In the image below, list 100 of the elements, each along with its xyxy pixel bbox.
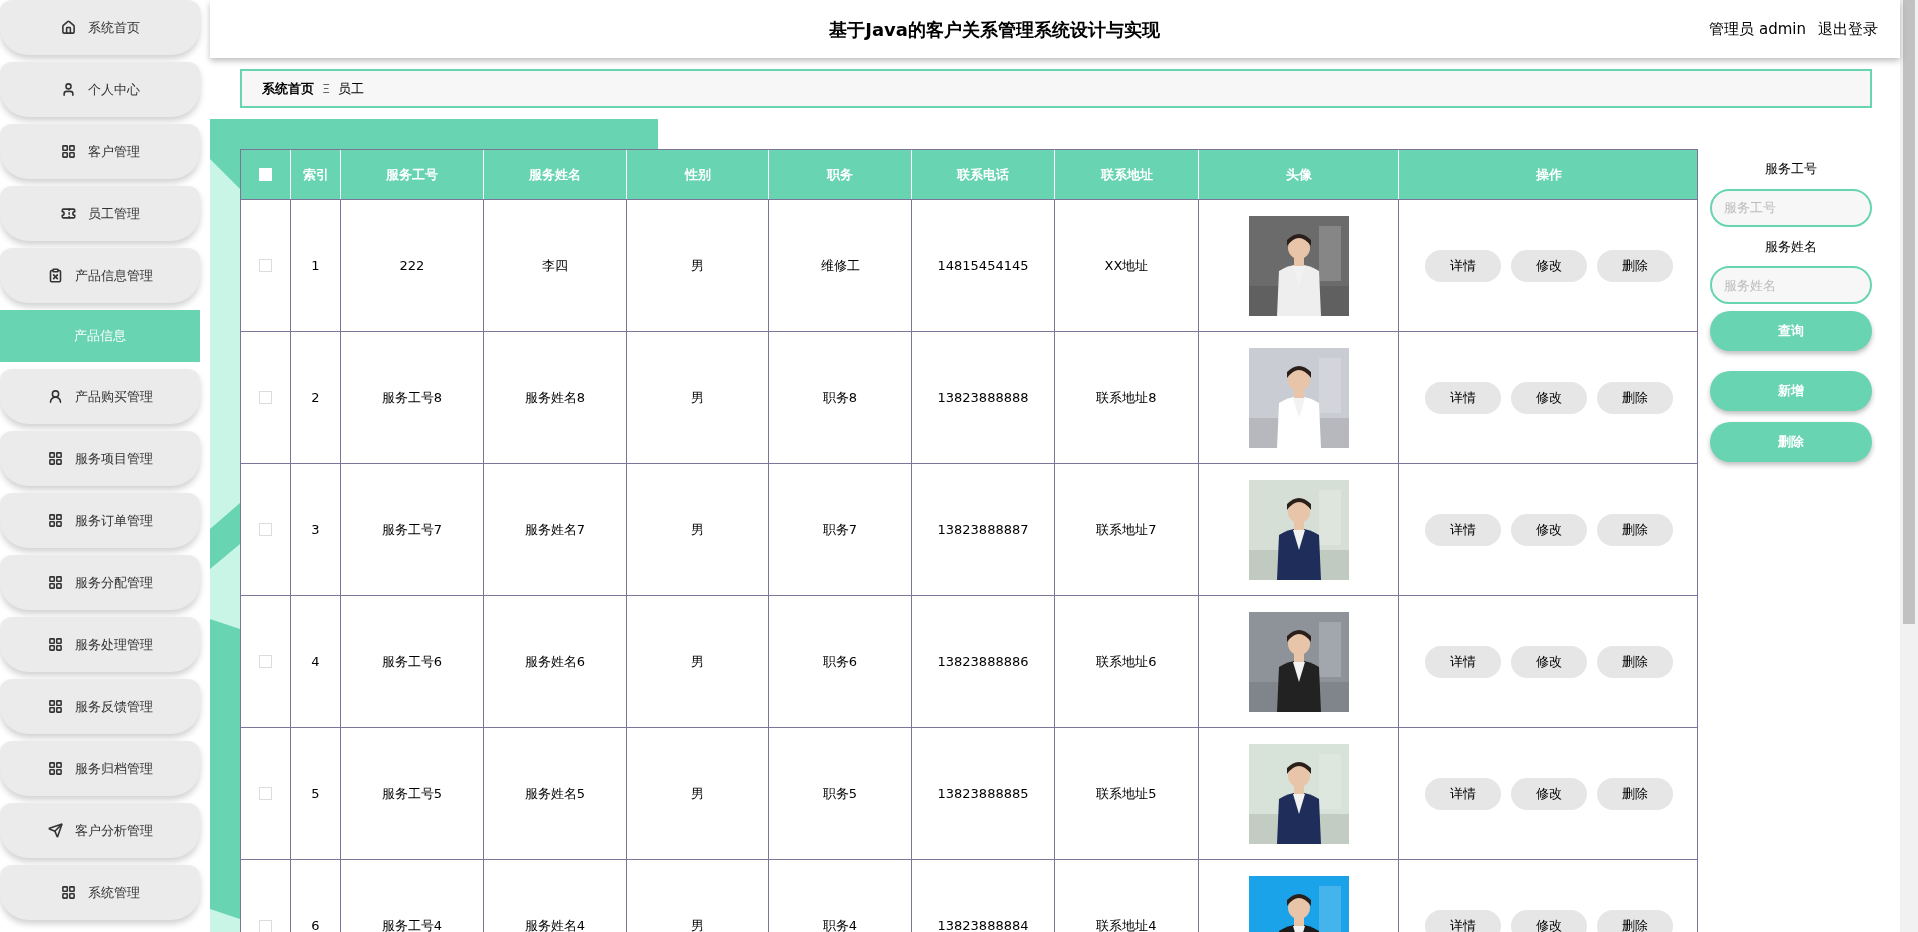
sidebar-item[interactable]: 服务项目管理: [0, 431, 200, 486]
column-header: 索引: [291, 150, 341, 199]
table-cell-text: 职务7: [822, 521, 858, 539]
table-cell-text: XX地址: [1104, 256, 1149, 275]
row-action-button[interactable]: 删除: [1597, 513, 1673, 546]
sidebar-item[interactable]: 服务分配管理: [0, 555, 200, 610]
user-icon: [47, 389, 63, 404]
row-action-button[interactable]: 修改: [1511, 249, 1587, 282]
table-cell-text: 13823888884: [937, 917, 1029, 932]
row-action-button[interactable]: 详情: [1425, 249, 1501, 282]
table-cell-text: 1: [311, 256, 320, 275]
sidebar-item[interactable]: 员工管理: [0, 186, 200, 241]
column-header: 服务工号: [341, 150, 484, 199]
checkbox[interactable]: [259, 259, 272, 273]
row-action-button[interactable]: 详情: [1425, 381, 1501, 414]
row-action-button[interactable]: 修改: [1511, 777, 1587, 810]
breadcrumb-home[interactable]: 系统首页: [262, 78, 314, 99]
row-action-button[interactable]: 修改: [1511, 645, 1587, 678]
grid-icon: [60, 144, 76, 159]
table-cell-text: 男: [691, 256, 704, 275]
table-cell-text: 6: [311, 917, 320, 932]
table-cell-text: 服务工号4: [381, 917, 443, 932]
table-cell-text: 维修工: [820, 256, 860, 275]
checkbox[interactable]: [259, 787, 272, 801]
search-field[interactable]: 服务工号: [1710, 188, 1872, 227]
table-cell-text: 男: [691, 785, 704, 804]
row-action-button[interactable]: 删除: [1597, 381, 1673, 414]
row-action-button[interactable]: 删除: [1597, 249, 1673, 282]
table-cell-text: 14815454145: [937, 256, 1029, 275]
grid-icon: [47, 575, 63, 590]
table-cell-text: 3: [311, 521, 320, 539]
breadcrumb-separator: Ξ: [322, 79, 331, 98]
sidebar-item[interactable]: 产品信息管理: [0, 248, 200, 303]
checkbox[interactable]: [259, 523, 272, 537]
table-cell-text: 服务姓名6: [524, 653, 586, 672]
sidebar-item[interactable]: 系统首页: [0, 0, 200, 55]
table-cell-text: 联系地址7: [1096, 521, 1157, 539]
column-header: 操作: [1535, 165, 1563, 184]
grid-icon: [47, 761, 63, 776]
row-action-button[interactable]: 详情: [1425, 777, 1501, 810]
table-cell-text: 222: [399, 256, 425, 275]
search-label: 服务工号: [1764, 160, 1818, 178]
table-cell-text: 男: [691, 521, 704, 539]
sidebar-item[interactable]: 产品购买管理: [0, 369, 200, 424]
column-header: 服务姓名: [484, 150, 627, 199]
sidebar-item[interactable]: 服务订单管理: [0, 493, 200, 548]
sidebar-item[interactable]: 客户分析管理: [0, 803, 200, 858]
logout-link[interactable]: 退出登录: [1818, 17, 1878, 41]
table-cell-text: 服务姓名4: [524, 917, 586, 932]
checkbox[interactable]: [259, 919, 272, 932]
table-cell-text: 5: [311, 785, 320, 804]
grid-icon: [60, 885, 76, 900]
user-icon: [60, 82, 76, 97]
row-action-button[interactable]: 详情: [1425, 513, 1501, 546]
table-cell-text: 服务工号8: [381, 388, 443, 407]
table-cell-text: 职务5: [822, 785, 858, 804]
row-action-button[interactable]: 删除: [1597, 910, 1673, 932]
column-header: 头像: [1199, 150, 1399, 199]
table-cell-text: 联系地址5: [1096, 785, 1157, 804]
table-cell-text: 服务工号6: [381, 653, 443, 672]
row-action-button[interactable]: 修改: [1511, 910, 1587, 932]
table-cell-text: 2: [311, 388, 320, 407]
row-action-button[interactable]: 修改: [1511, 513, 1587, 546]
search-label: 服务姓名: [1764, 237, 1818, 256]
checkbox[interactable]: [259, 655, 272, 669]
table-cell-text: 职务4: [822, 917, 858, 932]
table-cell-text: 13823888886: [937, 653, 1029, 672]
sidebar-item[interactable]: 服务处理管理: [0, 617, 200, 672]
table-cell-text: 服务姓名8: [524, 388, 586, 407]
page-title: 基于Java的客户关系管理系统设计与实现: [829, 17, 1160, 42]
row-action-button[interactable]: 详情: [1425, 645, 1501, 678]
grid-icon: [47, 451, 63, 466]
clipboard-icon: [47, 268, 63, 283]
table-cell-text: 联系地址6: [1096, 653, 1157, 672]
home-icon: [60, 20, 76, 35]
table-cell-text: 职务6: [822, 653, 858, 672]
sidebar-item[interactable]: 客户管理: [0, 124, 200, 179]
sidebar-item[interactable]: 服务归档管理: [0, 741, 200, 796]
sidebar-item[interactable]: 个人中心: [0, 62, 200, 117]
sidebar-item[interactable]: 服务反馈管理: [0, 679, 200, 734]
row-action-button[interactable]: 删除: [1597, 645, 1673, 678]
table-cell-text: 联系地址4: [1096, 917, 1157, 932]
row-action-button[interactable]: 修改: [1511, 381, 1587, 414]
column-header: 职务: [769, 150, 912, 199]
table-cell-text: 李四: [542, 256, 568, 275]
table-cell-text: 服务工号5: [381, 785, 443, 804]
send-icon: [47, 823, 63, 838]
sidebar-item[interactable]: 系统管理: [0, 865, 200, 920]
ticket-icon: [60, 206, 76, 221]
table-cell-text: 男: [691, 653, 704, 672]
table-cell-text: 服务姓名7: [524, 521, 586, 539]
row-action-button[interactable]: 详情: [1425, 910, 1501, 932]
table-cell-text: 联系地址8: [1096, 388, 1157, 407]
table-cell-text: 男: [691, 388, 704, 407]
row-action-button[interactable]: 删除: [1597, 777, 1673, 810]
checkbox[interactable]: [259, 391, 272, 405]
user-label: 管理员 admin: [1709, 18, 1806, 40]
column-header: 性别: [627, 150, 769, 199]
table-cell-text: 服务工号7: [381, 521, 443, 539]
table-cell-text: 男: [691, 917, 704, 932]
